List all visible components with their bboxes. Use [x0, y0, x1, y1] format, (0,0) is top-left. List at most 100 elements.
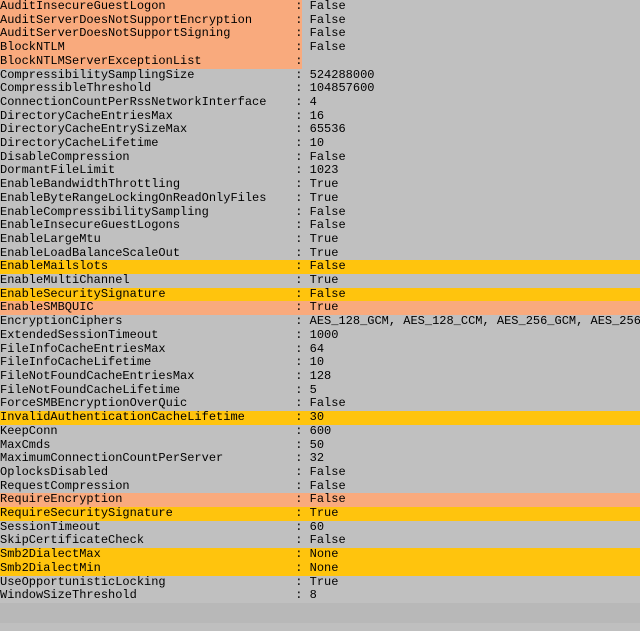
config-value: True [310, 247, 339, 261]
separator: : [288, 329, 310, 343]
config-key: DirectoryCacheEntrySizeMax [0, 123, 288, 137]
separator: : [288, 206, 310, 220]
config-row: CompressibleThreshold : 104857600 [0, 82, 640, 96]
config-row-highlight: RequireEncryption : False [0, 493, 640, 507]
config-row: EncryptionCiphers : AES_128_GCM, AES_128… [0, 315, 640, 329]
config-key: KeepConn [0, 425, 288, 439]
config-row: DormantFileLimit : 1023 [0, 164, 640, 178]
config-row: EnableMailslots : False [0, 260, 640, 274]
config-row: BlockNTLM : False [0, 41, 640, 55]
separator: : [288, 96, 310, 110]
config-value: True [310, 192, 339, 206]
config-value: 65536 [310, 123, 346, 137]
config-key: BlockNTLM : [0, 41, 302, 55]
config-value: False [310, 466, 346, 480]
separator: : [288, 452, 310, 466]
separator: : [288, 164, 310, 178]
separator: : [288, 576, 310, 590]
separator: : [288, 274, 310, 288]
config-row: FileNotFoundCacheLifetime : 5 [0, 384, 640, 398]
config-row: FileNotFoundCacheEntriesMax : 128 [0, 370, 640, 384]
config-value: 1023 [310, 164, 339, 178]
config-row: MaxCmds : 50 [0, 439, 640, 453]
config-row: OplocksDisabled : False [0, 466, 640, 480]
config-value: False [310, 206, 346, 220]
config-value: 32 [310, 452, 324, 466]
separator: : [288, 82, 310, 96]
config-row: EnableByteRangeLockingOnReadOnlyFiles : … [0, 192, 640, 206]
output-footer [0, 603, 640, 623]
config-row: EnableMultiChannel : True [0, 274, 640, 288]
config-value: 8 [310, 589, 317, 603]
config-value: AES_128_GCM, AES_128_CCM, AES_256_GCM, A… [310, 315, 640, 329]
config-key: DisableCompression [0, 151, 288, 165]
separator: : [288, 233, 310, 247]
config-row: DirectoryCacheEntriesMax : 16 [0, 110, 640, 124]
config-row-highlight: EnableSMBQUIC : True [0, 301, 640, 315]
config-key: SkipCertificateCheck [0, 534, 288, 548]
config-row-highlight: InvalidAuthenticationCacheLifetime : 30 [0, 411, 640, 425]
separator: : [288, 425, 310, 439]
config-row: AuditInsecureGuestLogon : False [0, 0, 640, 14]
config-key: AuditServerDoesNotSupportEncryption : [0, 14, 302, 28]
config-row: Smb2DialectMin : None [0, 562, 640, 576]
config-value: True [310, 178, 339, 192]
config-value: 5 [310, 384, 317, 398]
config-key: EnableMultiChannel [0, 274, 288, 288]
config-value: False [310, 534, 346, 548]
config-key: EnableBandwidthThrottling [0, 178, 288, 192]
config-key: FileInfoCacheLifetime [0, 356, 288, 370]
config-row: EnableSMBQUIC : True [0, 301, 640, 315]
config-value: 524288000 [310, 69, 375, 83]
config-value: False [310, 397, 346, 411]
config-row: ExtendedSessionTimeout : 1000 [0, 329, 640, 343]
powershell-output: AuditInsecureGuestLogon : FalseAuditServ… [0, 0, 640, 603]
separator: : [288, 69, 310, 83]
config-row-highlight: EnableMailslots : False [0, 260, 640, 274]
config-key: EnableByteRangeLockingOnReadOnlyFiles [0, 192, 288, 206]
config-key: BlockNTLMServerExceptionList : [0, 55, 302, 69]
config-value: False [310, 219, 346, 233]
config-row: MaximumConnectionCountPerServer : 32 [0, 452, 640, 466]
config-value: 104857600 [310, 82, 375, 96]
config-row-highlight: Smb2DialectMin : None [0, 562, 640, 576]
config-row: Smb2DialectMax : None [0, 548, 640, 562]
config-row: WindowSizeThreshold : 8 [0, 589, 640, 603]
separator: : [288, 343, 310, 357]
config-row: RequestCompression : False [0, 480, 640, 494]
config-row: EnableCompressibilitySampling : False [0, 206, 640, 220]
config-value: False [302, 41, 345, 55]
config-key: UseOpportunisticLocking [0, 576, 288, 590]
config-key: RequestCompression [0, 480, 288, 494]
config-key: EnableCompressibilitySampling [0, 206, 288, 220]
config-value: 1000 [310, 329, 339, 343]
config-row-highlight: Smb2DialectMax : None [0, 548, 640, 562]
separator: : [288, 110, 310, 124]
config-row-highlight: RequireSecuritySignature : True [0, 507, 640, 521]
config-value: 50 [310, 439, 324, 453]
config-row: FileInfoCacheEntriesMax : 64 [0, 343, 640, 357]
config-row: AuditServerDoesNotSupportEncryption : Fa… [0, 14, 640, 28]
config-row: EnableInsecureGuestLogons : False [0, 219, 640, 233]
separator: : [288, 466, 310, 480]
config-value: True [310, 576, 339, 590]
config-key: EncryptionCiphers [0, 315, 288, 329]
config-value: 60 [310, 521, 324, 535]
config-value: False [302, 0, 345, 14]
separator: : [288, 397, 310, 411]
config-row: UseOpportunisticLocking : True [0, 576, 640, 590]
config-value: False [302, 27, 345, 41]
separator: : [288, 521, 310, 535]
config-key: FileNotFoundCacheLifetime [0, 384, 288, 398]
config-value: 16 [310, 110, 324, 124]
config-key: DirectoryCacheLifetime [0, 137, 288, 151]
config-row: SkipCertificateCheck : False [0, 534, 640, 548]
config-key: FileNotFoundCacheEntriesMax [0, 370, 288, 384]
separator: : [288, 384, 310, 398]
config-row: EnableLoadBalanceScaleOut : True [0, 247, 640, 261]
config-value: True [310, 233, 339, 247]
config-key: ExtendedSessionTimeout [0, 329, 288, 343]
config-row: CompressibilitySamplingSize : 524288000 [0, 69, 640, 83]
config-key: MaxCmds [0, 439, 288, 453]
config-value: 10 [310, 137, 324, 151]
